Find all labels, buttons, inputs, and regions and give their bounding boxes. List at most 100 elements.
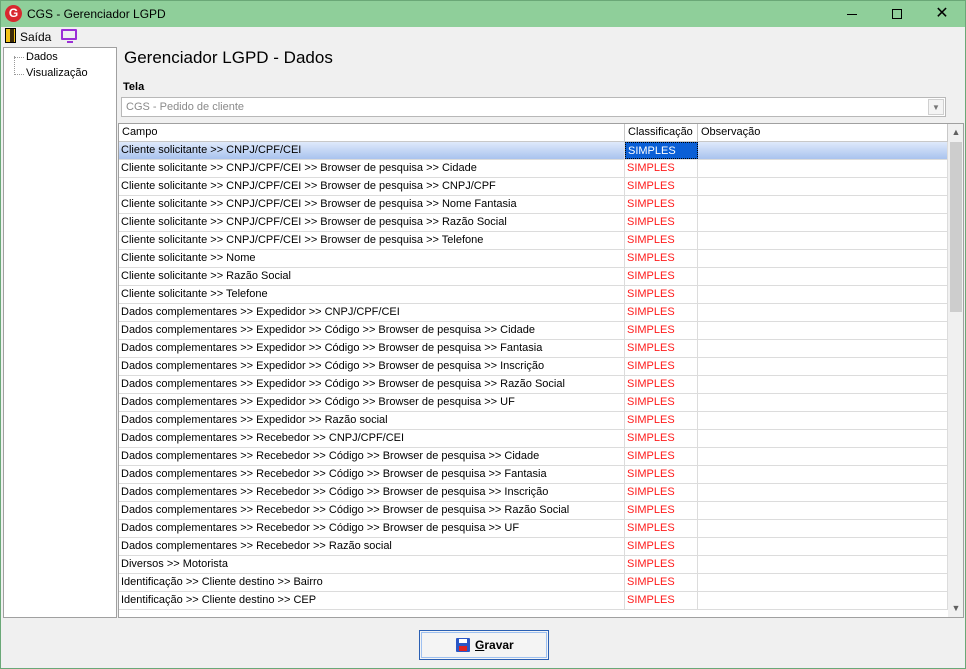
cell-classificacao[interactable]: SIMPLES <box>625 304 698 321</box>
cell-observacao[interactable] <box>698 376 948 393</box>
table-row[interactable]: Cliente solicitante >> CNPJ/CPF/CEI SIMPL… <box>119 142 948 160</box>
cell-campo[interactable]: Cliente solicitante >> CNPJ/CPF/CEI >> B… <box>119 214 625 231</box>
cell-classificacao[interactable]: SIMPLES <box>625 160 698 177</box>
cell-campo[interactable]: Identificação >> Cliente destino >> CEP <box>119 592 625 609</box>
title-bar[interactable]: G CGS - Gerenciador LGPD ✕ <box>1 1 965 27</box>
table-row[interactable]: Dados complementares >> Expedidor >> Raz… <box>119 412 948 430</box>
vertical-scrollbar[interactable]: ▲ ▼ <box>948 124 963 617</box>
tree-item-visualizacao[interactable]: Visualização <box>26 67 88 79</box>
cell-campo[interactable]: Cliente solicitante >> Telefone <box>119 286 625 303</box>
cell-classificacao[interactable]: SIMPLES <box>625 286 698 303</box>
table-row[interactable]: Dados complementares >> Expedidor >> Cód… <box>119 340 948 358</box>
cell-classificacao[interactable]: SIMPLES <box>625 574 698 591</box>
cell-classificacao[interactable]: SIMPLES <box>625 538 698 555</box>
cell-campo[interactable]: Dados complementares >> Recebedor >> Cód… <box>119 484 625 501</box>
table-row[interactable]: Identificação >> Cliente destino >> CEP S… <box>119 592 948 610</box>
cell-classificacao[interactable]: SIMPLES <box>625 142 698 159</box>
cell-observacao[interactable] <box>698 556 948 573</box>
table-row[interactable]: Cliente solicitante >> CNPJ/CPF/CEI >> B… <box>119 196 948 214</box>
cell-campo[interactable]: Dados complementares >> Expedidor >> Cód… <box>119 376 625 393</box>
cell-campo[interactable]: Dados complementares >> Recebedor >> Raz… <box>119 538 625 555</box>
cell-observacao[interactable] <box>698 574 948 591</box>
cell-observacao[interactable] <box>698 304 948 321</box>
table-row[interactable]: Dados complementares >> Recebedor >> CNP… <box>119 430 948 448</box>
table-row[interactable]: Dados complementares >> Expedidor >> CNP… <box>119 304 948 322</box>
cell-observacao[interactable] <box>698 484 948 501</box>
table-row[interactable]: Dados complementares >> Expedidor >> Cód… <box>119 376 948 394</box>
cell-campo[interactable]: Dados complementares >> Expedidor >> Cód… <box>119 394 625 411</box>
cell-classificacao[interactable]: SIMPLES <box>625 358 698 375</box>
cell-campo[interactable]: Dados complementares >> Recebedor >> Cód… <box>119 502 625 519</box>
cell-campo[interactable]: Cliente solicitante >> CNPJ/CPF/CEI <box>119 142 625 159</box>
cell-campo[interactable]: Cliente solicitante >> CNPJ/CPF/CEI >> B… <box>119 178 625 195</box>
maximize-button[interactable] <box>875 1 921 27</box>
cell-classificacao[interactable]: SIMPLES <box>625 196 698 213</box>
cell-observacao[interactable] <box>698 268 948 285</box>
table-row[interactable]: Diversos >> Motorista SIMPLES <box>119 556 948 574</box>
cell-campo[interactable]: Dados complementares >> Recebedor >> CNP… <box>119 430 625 447</box>
cell-observacao[interactable] <box>698 250 948 267</box>
cell-campo[interactable]: Dados complementares >> Expedidor >> Cód… <box>119 358 625 375</box>
cell-observacao[interactable] <box>698 142 948 159</box>
cell-classificacao[interactable]: SIMPLES <box>625 412 698 429</box>
exit-door-icon[interactable] <box>5 28 16 43</box>
cell-classificacao[interactable]: SIMPLES <box>625 250 698 267</box>
cell-campo[interactable]: Dados complementares >> Expedidor >> Cód… <box>119 322 625 339</box>
cell-campo[interactable]: Dados complementares >> Recebedor >> Cód… <box>119 448 625 465</box>
cell-observacao[interactable] <box>698 232 948 249</box>
cell-observacao[interactable] <box>698 340 948 357</box>
cell-classificacao[interactable]: SIMPLES <box>625 520 698 537</box>
table-row[interactable]: Cliente solicitante >> Razão Social SIMPL… <box>119 268 948 286</box>
table-row[interactable]: Cliente solicitante >> CNPJ/CPF/CEI >> B… <box>119 232 948 250</box>
cell-campo[interactable]: Cliente solicitante >> Nome <box>119 250 625 267</box>
table-row[interactable]: Dados complementares >> Recebedor >> Raz… <box>119 538 948 556</box>
cell-campo[interactable]: Cliente solicitante >> CNPJ/CPF/CEI >> B… <box>119 232 625 249</box>
monitor-icon[interactable] <box>61 29 77 43</box>
cell-observacao[interactable] <box>698 394 948 411</box>
table-row[interactable]: Dados complementares >> Recebedor >> Cód… <box>119 502 948 520</box>
cell-observacao[interactable] <box>698 322 948 339</box>
cell-classificacao[interactable]: SIMPLES <box>625 592 698 609</box>
close-button[interactable]: ✕ <box>919 1 965 27</box>
cell-observacao[interactable] <box>698 502 948 519</box>
table-row[interactable]: Identificação >> Cliente destino >> Bair… <box>119 574 948 592</box>
column-header-classificacao[interactable]: Classificação <box>625 124 698 142</box>
table-row[interactable]: Dados complementares >> Recebedor >> Cód… <box>119 466 948 484</box>
cell-campo[interactable]: Dados complementares >> Expedidor >> CNP… <box>119 304 625 321</box>
cell-classificacao[interactable]: SIMPLES <box>625 484 698 501</box>
cell-observacao[interactable] <box>698 358 948 375</box>
cell-observacao[interactable] <box>698 448 948 465</box>
cell-classificacao[interactable]: SIMPLES <box>625 268 698 285</box>
chevron-down-icon[interactable]: ▼ <box>928 99 944 115</box>
cell-campo[interactable]: Dados complementares >> Expedidor >> Cód… <box>119 340 625 357</box>
cell-observacao[interactable] <box>698 214 948 231</box>
minimize-button[interactable] <box>829 1 875 27</box>
cell-classificacao[interactable]: SIMPLES <box>625 502 698 519</box>
cell-classificacao[interactable]: SIMPLES <box>625 232 698 249</box>
cell-observacao[interactable] <box>698 520 948 537</box>
table-row[interactable]: Cliente solicitante >> CNPJ/CPF/CEI >> B… <box>119 160 948 178</box>
cell-observacao[interactable] <box>698 160 948 177</box>
table-row[interactable]: Dados complementares >> Expedidor >> Cód… <box>119 358 948 376</box>
cell-campo[interactable]: Identificação >> Cliente destino >> Bair… <box>119 574 625 591</box>
table-row[interactable]: Cliente solicitante >> CNPJ/CPF/CEI >> B… <box>119 214 948 232</box>
cell-observacao[interactable] <box>698 196 948 213</box>
table-row[interactable]: Dados complementares >> Recebedor >> Cód… <box>119 448 948 466</box>
cell-observacao[interactable] <box>698 178 948 195</box>
cell-observacao[interactable] <box>698 466 948 483</box>
cell-campo[interactable]: Dados complementares >> Recebedor >> Cód… <box>119 466 625 483</box>
save-button[interactable]: Gravar <box>419 630 549 660</box>
table-row[interactable]: Dados complementares >> Recebedor >> Cód… <box>119 484 948 502</box>
cell-observacao[interactable] <box>698 430 948 447</box>
menu-item-saida[interactable]: Saída <box>20 30 51 44</box>
cell-classificacao[interactable]: SIMPLES <box>625 322 698 339</box>
table-row[interactable]: Cliente solicitante >> Telefone SIMPLES <box>119 286 948 304</box>
cell-campo[interactable]: Cliente solicitante >> CNPJ/CPF/CEI >> B… <box>119 160 625 177</box>
cell-campo[interactable]: Cliente solicitante >> CNPJ/CPF/CEI >> B… <box>119 196 625 213</box>
cell-classificacao[interactable]: SIMPLES <box>625 556 698 573</box>
cell-campo[interactable]: Dados complementares >> Expedidor >> Raz… <box>119 412 625 429</box>
cell-campo[interactable]: Cliente solicitante >> Razão Social <box>119 268 625 285</box>
cell-classificacao[interactable]: SIMPLES <box>625 466 698 483</box>
table-row[interactable]: Cliente solicitante >> CNPJ/CPF/CEI >> B… <box>119 178 948 196</box>
table-row[interactable]: Dados complementares >> Expedidor >> Cód… <box>119 322 948 340</box>
